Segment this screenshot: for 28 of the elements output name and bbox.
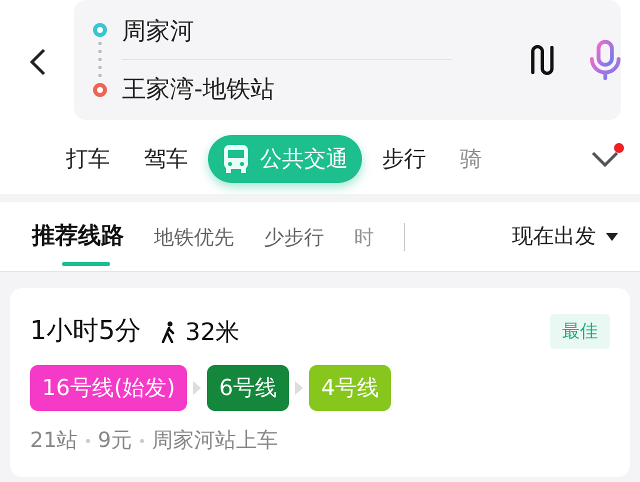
depart-time-dropdown[interactable]: 现在出发	[512, 220, 618, 252]
back-icon[interactable]	[28, 47, 48, 77]
dotted-connector	[98, 40, 102, 80]
route-duration: 1小时5分	[30, 315, 142, 348]
bus-icon	[222, 143, 250, 175]
route-card[interactable]: 1小时5分 32米 最佳 16号线(始发) 6号线 4号线 21站 9元 周家河站上车	[10, 288, 630, 476]
route-info-text: 周家河站上车	[152, 427, 278, 454]
expand-chevron-icon[interactable]	[590, 149, 620, 169]
dropdown-caret-icon	[606, 232, 618, 240]
walk-distance: 32米	[185, 316, 240, 348]
mode-tab[interactable]: 步行	[368, 142, 440, 176]
origin-field[interactable]: 周家河	[122, 2, 452, 60]
metro-line-badge: 16号线(始发)	[30, 365, 188, 411]
route-info-text: 21站	[30, 427, 78, 454]
mode-tab[interactable]: 驾车	[130, 142, 202, 176]
best-route-tag: 最佳	[550, 314, 610, 349]
microphone-icon[interactable]	[588, 39, 621, 81]
arrow-icon	[193, 381, 202, 395]
route-filter-tab[interactable]: 地铁优先	[154, 222, 234, 252]
destination-field[interactable]: 王家湾-地铁站	[122, 60, 452, 118]
route-filter-tab[interactable]: 推荐线路	[32, 219, 124, 266]
route-filter-tab[interactable]: 少步行	[264, 222, 324, 252]
arrow-icon	[295, 381, 304, 395]
mode-tab[interactable]: 打车	[52, 142, 124, 176]
walking-person-icon	[161, 320, 178, 342]
metro-line-badge: 4号线	[309, 365, 392, 411]
metro-line-badge: 6号线	[207, 365, 290, 411]
route-info-text: 9元	[98, 427, 132, 454]
